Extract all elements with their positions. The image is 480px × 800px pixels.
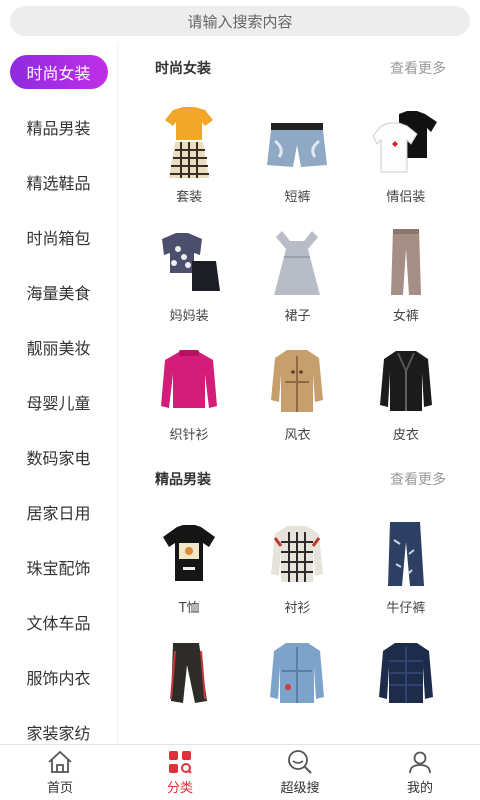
trousers-icon bbox=[371, 225, 441, 299]
sidebar-item-jewelry[interactable]: 珠宝配饰 bbox=[0, 539, 117, 594]
sidebar-item-label: 服饰内衣 bbox=[26, 668, 91, 688]
category-icon bbox=[167, 749, 193, 775]
user-icon bbox=[407, 749, 433, 775]
sidebar-item-home-textile[interactable]: 家装家纺 bbox=[0, 704, 117, 744]
sidebar-item-label: 精选鞋品 bbox=[26, 173, 91, 193]
category-item-jeans[interactable]: 牛仔裤 bbox=[352, 503, 460, 622]
category-item-padded-jacket[interactable] bbox=[352, 622, 460, 741]
sidebar-item-label: 家装家纺 bbox=[26, 723, 91, 743]
category-item-jogger-pants[interactable] bbox=[135, 622, 243, 741]
category-item-label: 织针衫 bbox=[169, 428, 209, 443]
category-item-denim-jacket[interactable] bbox=[243, 622, 351, 741]
sidebar-item-label: 母婴儿童 bbox=[26, 393, 91, 413]
category-content: 时尚女装 查看更多 套装 短裤 情侣装 妈妈装 裙子 女裤 织针衫 风衣 皮衣 … bbox=[119, 44, 480, 744]
section-header: 精品男装 查看更多 bbox=[119, 455, 480, 503]
tab-mine[interactable]: 我的 bbox=[360, 745, 480, 800]
category-item-trench-coat[interactable]: 风衣 bbox=[243, 330, 351, 449]
sidebar-item-label: 文体车品 bbox=[26, 613, 91, 633]
home-icon bbox=[47, 749, 73, 775]
category-item-label: 裙子 bbox=[284, 309, 311, 324]
mom-outfit-icon bbox=[154, 225, 224, 299]
jeans-icon bbox=[371, 517, 441, 591]
sidebar-item-sports-car[interactable]: 文体车品 bbox=[0, 594, 117, 649]
category-item-mom-outfit[interactable]: 妈妈装 bbox=[135, 211, 243, 330]
category-item-label: 风衣 bbox=[284, 428, 311, 443]
search-placeholder: 请输入搜索内容 bbox=[187, 12, 293, 31]
category-sidebar: 时尚女装 精品男装 精选鞋品 时尚箱包 海量美食 靓丽美妆 母婴儿童 数码家电 … bbox=[0, 44, 118, 744]
category-item-womens-pants[interactable]: 女裤 bbox=[352, 211, 460, 330]
category-item-label: 妈妈装 bbox=[169, 309, 209, 324]
sidebar-item-bags[interactable]: 时尚箱包 bbox=[0, 209, 117, 264]
sidebar-item-underwear[interactable]: 服饰内衣 bbox=[0, 649, 117, 704]
leather-jacket-icon bbox=[371, 344, 441, 418]
outfit-set-icon bbox=[154, 106, 224, 180]
section-womens-fashion: 时尚女装 查看更多 套装 短裤 情侣装 妈妈装 裙子 女裤 织针衫 风衣 皮衣 bbox=[119, 44, 480, 455]
sidebar-item-label: 时尚女装 bbox=[9, 54, 108, 89]
tab-label: 我的 bbox=[406, 781, 433, 796]
tab-super-search[interactable]: 超级搜 bbox=[240, 745, 360, 800]
category-item-label: 套装 bbox=[176, 190, 203, 205]
plaid-shirt-icon bbox=[262, 517, 332, 591]
sidebar-item-womens-fashion[interactable]: 时尚女装 bbox=[0, 44, 117, 99]
category-grid: T恤 衬衫 牛仔裤 bbox=[119, 503, 480, 741]
padded-jacket-icon bbox=[371, 636, 441, 710]
category-item-dress[interactable]: 裙子 bbox=[243, 211, 351, 330]
category-item-label: 皮衣 bbox=[392, 428, 419, 443]
category-item-label: 情侣装 bbox=[386, 190, 426, 205]
category-item-label: 衬衫 bbox=[284, 601, 311, 616]
tab-label: 超级搜 bbox=[280, 781, 320, 796]
category-item-tshirt[interactable]: T恤 bbox=[135, 503, 243, 622]
trench-coat-icon bbox=[262, 344, 332, 418]
sidebar-item-mens-fashion[interactable]: 精品男装 bbox=[0, 99, 117, 154]
category-item-label: 女裤 bbox=[392, 309, 419, 324]
couple-tshirts-icon bbox=[371, 106, 441, 180]
sidebar-item-label: 珠宝配饰 bbox=[26, 558, 91, 578]
denim-shorts-icon bbox=[262, 106, 332, 180]
category-grid: 套装 短裤 情侣装 妈妈装 裙子 女裤 织针衫 风衣 皮衣 bbox=[119, 92, 480, 449]
search-input[interactable]: 请输入搜索内容 bbox=[10, 6, 470, 36]
jogger-pants-icon bbox=[154, 636, 224, 710]
sidebar-item-food[interactable]: 海量美食 bbox=[0, 264, 117, 319]
sidebar-item-label: 靓丽美妆 bbox=[26, 338, 91, 358]
sidebar-item-beauty[interactable]: 靓丽美妆 bbox=[0, 319, 117, 374]
category-item-label: 牛仔裤 bbox=[386, 601, 426, 616]
tab-home[interactable]: 首页 bbox=[0, 745, 120, 800]
category-item-leather-jacket[interactable]: 皮衣 bbox=[352, 330, 460, 449]
tab-label: 首页 bbox=[46, 781, 73, 796]
section-mens-fashion: 精品男装 查看更多 T恤 衬衫 牛仔裤 bbox=[119, 455, 480, 744]
sidebar-item-home[interactable]: 居家日用 bbox=[0, 484, 117, 539]
section-title: 时尚女装 bbox=[155, 61, 211, 77]
tshirt-icon bbox=[154, 517, 224, 591]
view-more-link[interactable]: 查看更多 bbox=[390, 469, 446, 489]
category-item-shirt[interactable]: 衬衫 bbox=[243, 503, 351, 622]
sidebar-item-label: 居家日用 bbox=[26, 503, 91, 523]
sidebar-item-shoes[interactable]: 精选鞋品 bbox=[0, 154, 117, 209]
category-item-label: 短裤 bbox=[284, 190, 311, 205]
category-item-couple[interactable]: 情侣装 bbox=[352, 92, 460, 211]
sidebar-item-electronics[interactable]: 数码家电 bbox=[0, 429, 117, 484]
tab-label: 分类 bbox=[166, 781, 193, 796]
sidebar-item-label: 数码家电 bbox=[26, 448, 91, 468]
section-title: 精品男装 bbox=[155, 472, 211, 488]
knit-sweater-icon bbox=[154, 344, 224, 418]
dress-icon bbox=[262, 225, 332, 299]
section-header: 时尚女装 查看更多 bbox=[119, 44, 480, 92]
bottom-tab-bar: 首页 分类 超级搜 我的 bbox=[0, 744, 480, 800]
category-item-label: T恤 bbox=[178, 601, 200, 616]
search-icon bbox=[287, 749, 313, 775]
sidebar-item-label: 精品男装 bbox=[26, 118, 91, 138]
tab-category[interactable]: 分类 bbox=[120, 745, 240, 800]
sidebar-item-label: 时尚箱包 bbox=[26, 228, 91, 248]
search-bar-container: 请输入搜索内容 bbox=[0, 0, 480, 40]
view-more-link[interactable]: 查看更多 bbox=[390, 58, 446, 78]
category-item-shorts[interactable]: 短裤 bbox=[243, 92, 351, 211]
denim-jacket-icon bbox=[262, 636, 332, 710]
category-item-outfit-set[interactable]: 套装 bbox=[135, 92, 243, 211]
sidebar-item-baby[interactable]: 母婴儿童 bbox=[0, 374, 117, 429]
sidebar-item-label: 海量美食 bbox=[26, 283, 91, 303]
category-item-knit-sweater[interactable]: 织针衫 bbox=[135, 330, 243, 449]
